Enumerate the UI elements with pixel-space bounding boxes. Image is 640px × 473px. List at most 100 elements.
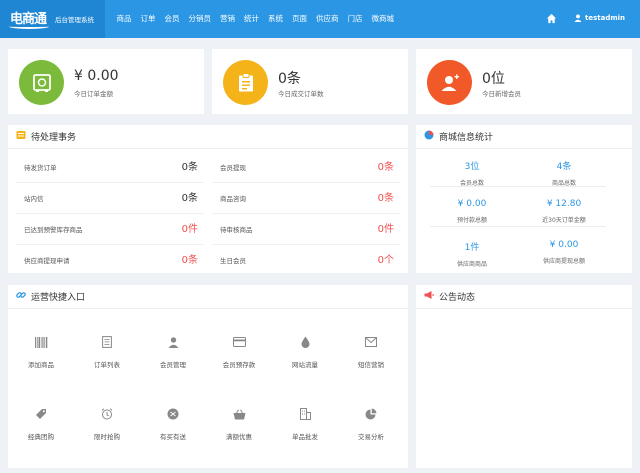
mall-stat-label: 预付款总额 xyxy=(456,217,487,224)
quick-member-manage[interactable]: 会员管理 xyxy=(140,335,206,369)
mall-stat-goods[interactable]: 4条 商品总数 xyxy=(522,159,606,187)
nav-item-wechat-mall[interactable]: 微商城 xyxy=(367,0,399,38)
nav-item-system[interactable]: 系统 xyxy=(264,0,288,38)
quick-entry-title: 运营快捷入口 xyxy=(31,293,86,303)
list-icon xyxy=(16,130,26,143)
notice-panel: 公告动态 xyxy=(416,285,632,468)
notice-title: 公告动态 xyxy=(439,293,476,303)
todo-item[interactable]: 会员提现 0条 xyxy=(212,152,400,183)
mall-stat-members[interactable]: 3位 会员总数 xyxy=(430,159,514,187)
stat-value: 0条 xyxy=(278,71,301,87)
mall-stats-header: 商城信息统计 xyxy=(416,125,632,149)
divider xyxy=(430,186,606,187)
quick-member-deposit[interactable]: 会员预存款 xyxy=(206,335,272,369)
mall-stat-value: 3位 xyxy=(464,162,480,172)
person-icon xyxy=(166,335,180,349)
link-icon xyxy=(16,290,26,303)
droplet-icon xyxy=(298,335,312,349)
card-icon xyxy=(232,335,246,349)
nav-item-pages[interactable]: 页面 xyxy=(288,0,312,38)
todo-label: 商品咨询 xyxy=(220,195,246,203)
nav-item-marketing[interactable]: 营销 xyxy=(216,0,240,38)
todo-label: 生日会员 xyxy=(220,257,246,265)
quick-wholesale[interactable]: 单品批发 xyxy=(272,407,338,441)
mall-stat-value: ¥ 0.00 xyxy=(549,240,579,250)
stat-value: 0位 xyxy=(482,71,505,87)
safe-icon xyxy=(19,60,64,105)
todo-value: 0件 xyxy=(181,224,198,235)
quick-add-goods[interactable]: 添加商品 xyxy=(8,335,74,369)
mall-stat-label: 近30天订单金额 xyxy=(542,217,586,224)
mall-stat-label: 供应商提现总额 xyxy=(542,258,585,265)
home-icon[interactable] xyxy=(546,13,557,24)
mall-stat-prepaid[interactable]: ¥ 0.00 预付款总额 xyxy=(430,199,514,224)
quick-entry-header: 运营快捷入口 xyxy=(8,285,408,309)
mall-stat-supplier-goods[interactable]: 1件 供应商商品 xyxy=(430,240,514,268)
quick-trade-analysis[interactable]: 交易分析 xyxy=(338,407,404,441)
alarm-icon xyxy=(100,407,114,421)
username: testadmin xyxy=(585,14,626,22)
stat-label: 今日订单金额 xyxy=(74,90,113,98)
clipboard-icon xyxy=(223,60,268,105)
todo-label: 站内信 xyxy=(24,195,44,203)
quick-site-traffic[interactable]: 网站流量 xyxy=(272,335,338,369)
user-menu[interactable]: testadmin xyxy=(574,14,625,22)
top-navbar: 电商通 后台管理系统 商品 订单 会员 分销员 营销 统计 系统 页面 供应商 … xyxy=(0,0,640,38)
todo-item[interactable]: 待审核商品 0件 xyxy=(212,214,400,245)
todo-item[interactable]: 商品咨询 0条 xyxy=(212,183,400,214)
brand-logo[interactable]: 电商通 后台管理系统 xyxy=(0,0,105,38)
quick-group-buy[interactable]: 经典团购 xyxy=(8,407,74,441)
building-icon xyxy=(298,407,312,421)
quick-label: 添加商品 xyxy=(28,361,54,369)
nav-item-statistics[interactable]: 统计 xyxy=(240,0,264,38)
nav-item-distributors[interactable]: 分销员 xyxy=(184,0,216,38)
basket-icon xyxy=(232,407,246,421)
todo-label: 待审核商品 xyxy=(220,226,253,234)
notice-header: 公告动态 xyxy=(416,285,632,309)
user-add-icon xyxy=(427,60,472,105)
quick-label: 网站流量 xyxy=(292,361,318,369)
todo-item[interactable]: 生日会员 0个 xyxy=(212,245,400,276)
quick-sms-marketing[interactable]: 短信营销 xyxy=(338,335,404,369)
todo-item[interactable]: 已达到预警库存商品 0件 xyxy=(16,214,204,245)
quick-label: 交易分析 xyxy=(358,433,384,441)
todo-value: 0个 xyxy=(377,255,394,266)
megaphone-icon xyxy=(424,290,434,303)
mall-stat-value: 1件 xyxy=(464,243,480,253)
nav-item-goods[interactable]: 商品 xyxy=(112,0,136,38)
todo-item[interactable]: 待发货订单 0条 xyxy=(16,152,204,183)
mall-stat-supplier-withdraw[interactable]: ¥ 0.00 供应商提现总额 xyxy=(522,240,606,265)
todo-label: 已达到预警库存商品 xyxy=(24,226,83,234)
todo-item[interactable]: 站内信 0条 xyxy=(16,183,204,214)
quick-label: 订单列表 xyxy=(94,361,120,369)
nav-item-suppliers[interactable]: 供应商 xyxy=(312,0,344,38)
quick-label: 会员预存款 xyxy=(222,361,256,369)
stat-card-order-count: 0条 今日成交订单数 xyxy=(212,49,408,114)
mall-stat-30day-orders[interactable]: ¥ 12.80 近30天订单金额 xyxy=(522,199,606,224)
todo-value: 0条 xyxy=(181,255,198,266)
todo-label: 供应商提现申请 xyxy=(24,257,70,265)
logo-swoosh xyxy=(9,24,49,29)
todo-label: 待发货订单 xyxy=(24,164,57,172)
quick-buy-and-gift[interactable]: 有买有送 xyxy=(140,407,206,441)
todo-value: 0件 xyxy=(377,224,394,235)
stat-card-new-members: 0位 今日新增会员 xyxy=(416,49,632,114)
nav-item-stores[interactable]: 门店 xyxy=(343,0,367,38)
nav-item-members[interactable]: 会员 xyxy=(160,0,184,38)
quick-label: 单品批发 xyxy=(292,433,318,441)
todo-item[interactable]: 供应商提现申请 0条 xyxy=(16,245,204,276)
quick-label: 短信营销 xyxy=(358,361,384,369)
quick-flash-sale[interactable]: 限时抢购 xyxy=(74,407,140,441)
stat-label: 今日新增会员 xyxy=(482,90,521,98)
pie-icon xyxy=(364,407,378,421)
mall-stat-value: ¥ 0.00 xyxy=(457,199,487,209)
todo-value: 0条 xyxy=(181,193,198,204)
quick-label: 限时抢购 xyxy=(94,433,120,441)
stat-value: ¥ 0.00 xyxy=(74,68,119,84)
mall-stats-title: 商城信息统计 xyxy=(439,133,494,143)
quick-order-list[interactable]: 订单列表 xyxy=(74,335,140,369)
nav-item-orders[interactable]: 订单 xyxy=(136,0,160,38)
quick-full-discount[interactable]: 满额优惠 xyxy=(206,407,272,441)
user-icon xyxy=(574,14,582,22)
stat-label: 今日成交订单数 xyxy=(278,90,324,98)
